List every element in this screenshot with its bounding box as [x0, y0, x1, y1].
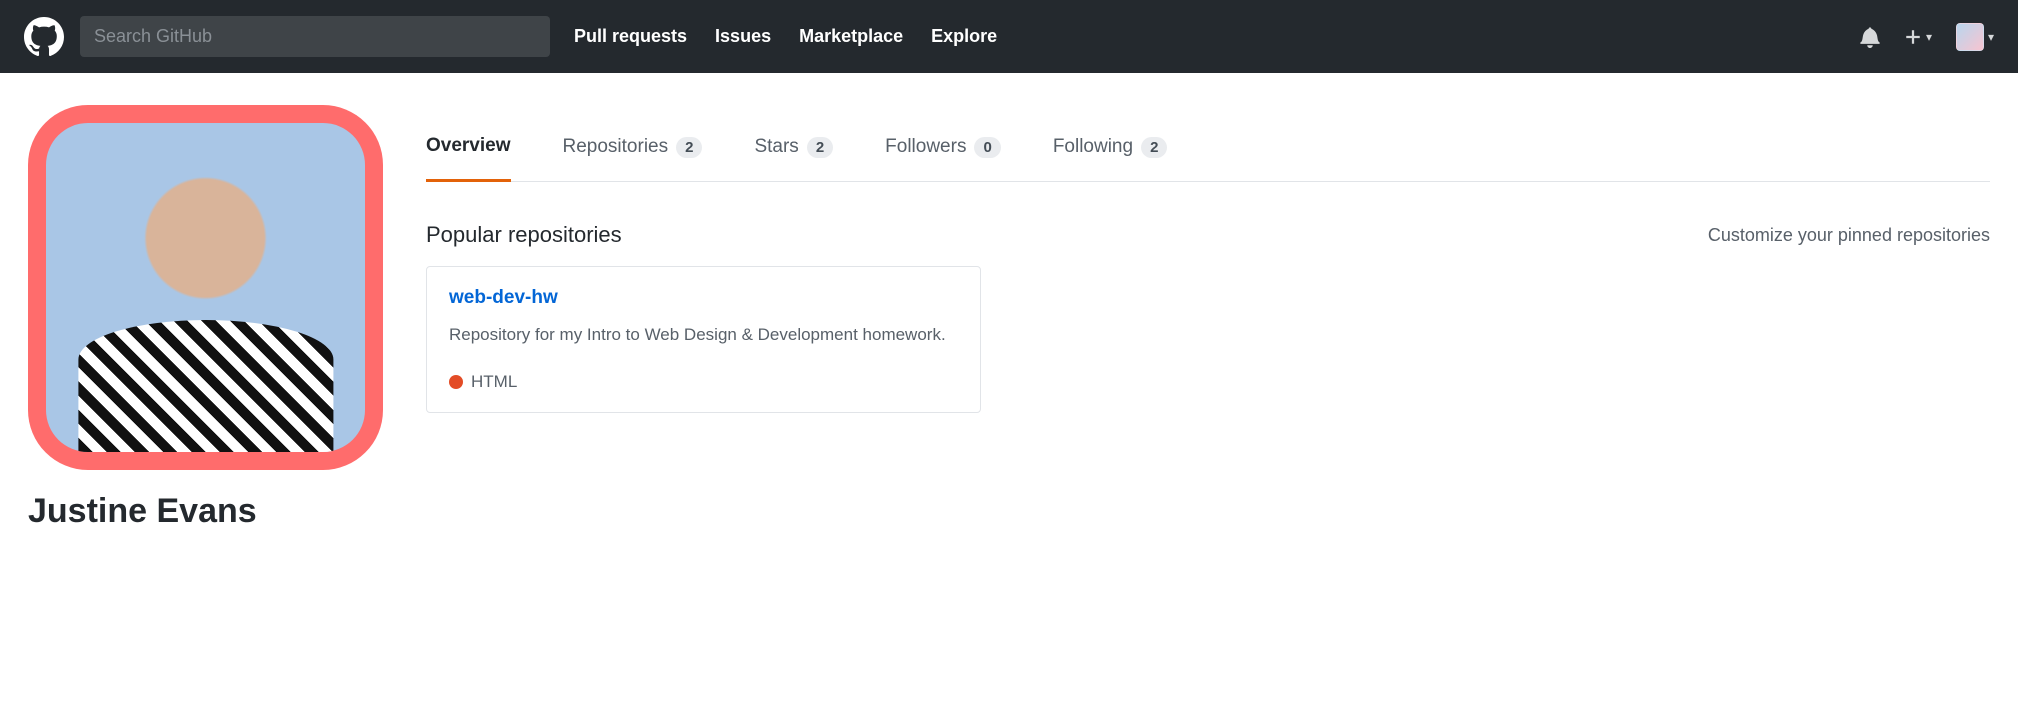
- repo-language: HTML: [449, 372, 958, 392]
- tab-count: 2: [1141, 137, 1167, 158]
- notifications-button[interactable]: [1860, 26, 1880, 48]
- tab-followers[interactable]: Followers 0: [885, 135, 1001, 181]
- profile-tabs: Overview Repositories 2 Stars 2 Follower…: [426, 105, 1990, 182]
- avatar-thumbnail: [1956, 23, 1984, 51]
- repo-description: Repository for my Intro to Web Design & …: [449, 323, 958, 348]
- profile-content: Overview Repositories 2 Stars 2 Follower…: [426, 105, 1990, 413]
- avatar-frame: [28, 105, 383, 470]
- chevron-down-icon: ▾: [1988, 30, 1994, 44]
- tab-count: 2: [676, 137, 702, 158]
- chevron-down-icon: ▾: [1926, 30, 1932, 44]
- global-header: Pull requests Issues Marketplace Explore…: [0, 0, 2018, 73]
- repo-card: web-dev-hw Repository for my Intro to We…: [426, 266, 981, 413]
- github-mark-icon: [24, 17, 64, 57]
- tab-label: Followers: [885, 136, 966, 158]
- tab-label: Following: [1053, 136, 1133, 158]
- nav-issues[interactable]: Issues: [715, 26, 771, 47]
- popular-repos-header: Popular repositories Customize your pinn…: [426, 222, 1990, 248]
- tab-stars[interactable]: Stars 2: [754, 135, 833, 181]
- profile-sidebar: Justine Evans: [28, 105, 398, 531]
- tab-label: Overview: [426, 135, 511, 157]
- search-input[interactable]: [80, 16, 550, 57]
- section-title: Popular repositories: [426, 222, 622, 248]
- main-content: Justine Evans Overview Repositories 2 St…: [0, 73, 2018, 563]
- avatar-image[interactable]: [46, 123, 365, 452]
- plus-icon: [1904, 28, 1922, 46]
- nav-explore[interactable]: Explore: [931, 26, 997, 47]
- github-logo[interactable]: [24, 17, 64, 57]
- customize-pinned-link[interactable]: Customize your pinned repositories: [1708, 225, 1990, 246]
- repo-name-link[interactable]: web-dev-hw: [449, 287, 558, 308]
- tab-following[interactable]: Following 2: [1053, 135, 1168, 181]
- language-label: HTML: [471, 372, 517, 392]
- tab-label: Repositories: [563, 136, 669, 158]
- bell-icon: [1860, 26, 1880, 48]
- nav-pull-requests[interactable]: Pull requests: [574, 26, 687, 47]
- create-new-button[interactable]: ▾: [1904, 28, 1932, 46]
- tab-count: 2: [807, 137, 833, 158]
- tab-repositories[interactable]: Repositories 2: [563, 135, 703, 181]
- language-color-dot: [449, 375, 463, 389]
- user-menu-button[interactable]: ▾: [1956, 23, 1994, 51]
- tab-overview[interactable]: Overview: [426, 135, 511, 182]
- profile-name: Justine Evans: [28, 492, 398, 531]
- tab-count: 0: [974, 137, 1000, 158]
- header-actions: ▾ ▾: [1860, 23, 1994, 51]
- tab-label: Stars: [754, 136, 798, 158]
- primary-nav: Pull requests Issues Marketplace Explore: [574, 26, 997, 47]
- nav-marketplace[interactable]: Marketplace: [799, 26, 903, 47]
